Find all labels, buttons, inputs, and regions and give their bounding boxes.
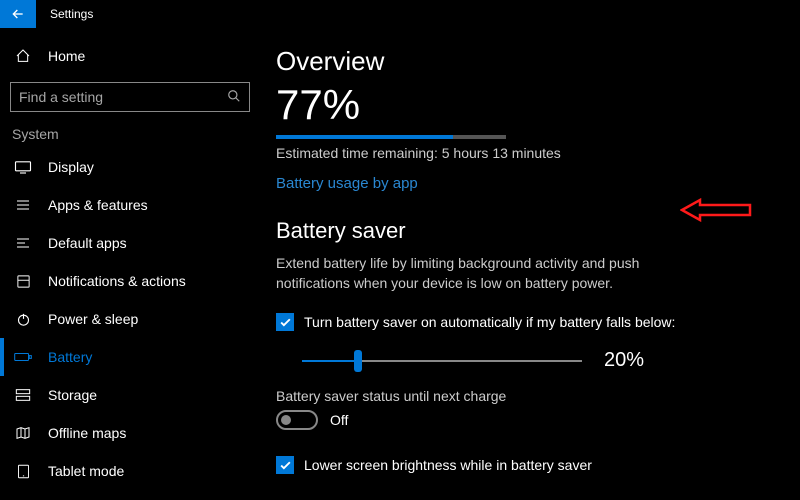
sidebar-item-offline-maps[interactable]: Offline maps bbox=[10, 414, 250, 452]
threshold-value: 20% bbox=[604, 349, 644, 372]
check-icon bbox=[279, 459, 292, 472]
sidebar-item-label: Power & sleep bbox=[48, 311, 138, 327]
battery-progress-fill bbox=[276, 135, 453, 139]
maps-icon bbox=[12, 426, 34, 440]
time-remaining: Estimated time remaining: 5 hours 13 min… bbox=[276, 145, 780, 161]
home-button[interactable]: Home bbox=[10, 40, 250, 72]
display-icon bbox=[12, 160, 34, 174]
sidebar-item-apps[interactable]: Apps & features bbox=[10, 186, 250, 224]
default-apps-icon bbox=[12, 236, 34, 250]
window-title: Settings bbox=[50, 7, 93, 21]
slider-thumb bbox=[354, 350, 362, 372]
sidebar-item-label: Tablet mode bbox=[48, 463, 124, 479]
storage-icon bbox=[12, 388, 34, 402]
battery-percentage: 77% bbox=[276, 81, 780, 129]
sidebar-item-label: Storage bbox=[48, 387, 97, 403]
check-icon bbox=[279, 316, 292, 329]
battery-saver-heading: Battery saver bbox=[276, 218, 780, 244]
battery-saver-description: Extend battery life by limiting backgrou… bbox=[276, 254, 706, 293]
search-input[interactable] bbox=[19, 89, 227, 105]
sidebar-item-tablet-mode[interactable]: Tablet mode bbox=[10, 452, 250, 490]
arrow-left-icon bbox=[10, 6, 26, 22]
toggle-knob bbox=[281, 415, 291, 425]
threshold-slider[interactable] bbox=[302, 353, 582, 369]
category-label: System bbox=[10, 126, 250, 142]
notifications-icon bbox=[12, 274, 34, 289]
sidebar-item-label: Default apps bbox=[48, 235, 127, 251]
sidebar-item-label: Notifications & actions bbox=[48, 273, 186, 289]
search-box[interactable] bbox=[10, 82, 250, 112]
back-button[interactable] bbox=[0, 0, 36, 28]
saver-status-label: Battery saver status until next charge bbox=[276, 388, 780, 404]
sidebar-item-label: Apps & features bbox=[48, 197, 148, 213]
home-icon bbox=[12, 48, 34, 64]
battery-icon bbox=[12, 351, 34, 363]
brightness-checkbox[interactable] bbox=[276, 456, 294, 474]
battery-progress bbox=[276, 135, 506, 139]
power-icon bbox=[12, 312, 34, 327]
sidebar-item-notifications[interactable]: Notifications & actions bbox=[10, 262, 250, 300]
saver-toggle-label: Off bbox=[330, 412, 348, 428]
sidebar-item-label: Battery bbox=[48, 349, 92, 365]
brightness-label: Lower screen brightness while in battery… bbox=[304, 457, 592, 473]
apps-icon bbox=[12, 198, 34, 212]
saver-toggle[interactable] bbox=[276, 410, 318, 430]
sidebar-item-default-apps[interactable]: Default apps bbox=[10, 224, 250, 262]
sidebar-item-battery[interactable]: Battery bbox=[10, 338, 250, 376]
sidebar-item-storage[interactable]: Storage bbox=[10, 376, 250, 414]
tablet-icon bbox=[12, 464, 34, 479]
auto-saver-label: Turn battery saver on automatically if m… bbox=[304, 314, 675, 330]
sidebar-item-label: Display bbox=[48, 159, 94, 175]
sidebar: Home System Display Apps & features Defa… bbox=[0, 28, 260, 500]
slider-fill bbox=[302, 360, 358, 362]
battery-usage-link[interactable]: Battery usage by app bbox=[276, 175, 418, 192]
sidebar-item-label: Offline maps bbox=[48, 425, 126, 441]
sidebar-item-power[interactable]: Power & sleep bbox=[10, 300, 250, 338]
search-icon bbox=[227, 89, 241, 106]
home-label: Home bbox=[48, 48, 85, 64]
sidebar-item-display[interactable]: Display bbox=[10, 148, 250, 186]
auto-saver-checkbox[interactable] bbox=[276, 313, 294, 331]
overview-heading: Overview bbox=[276, 46, 780, 77]
content-panel: Overview 77% Estimated time remaining: 5… bbox=[260, 28, 800, 500]
